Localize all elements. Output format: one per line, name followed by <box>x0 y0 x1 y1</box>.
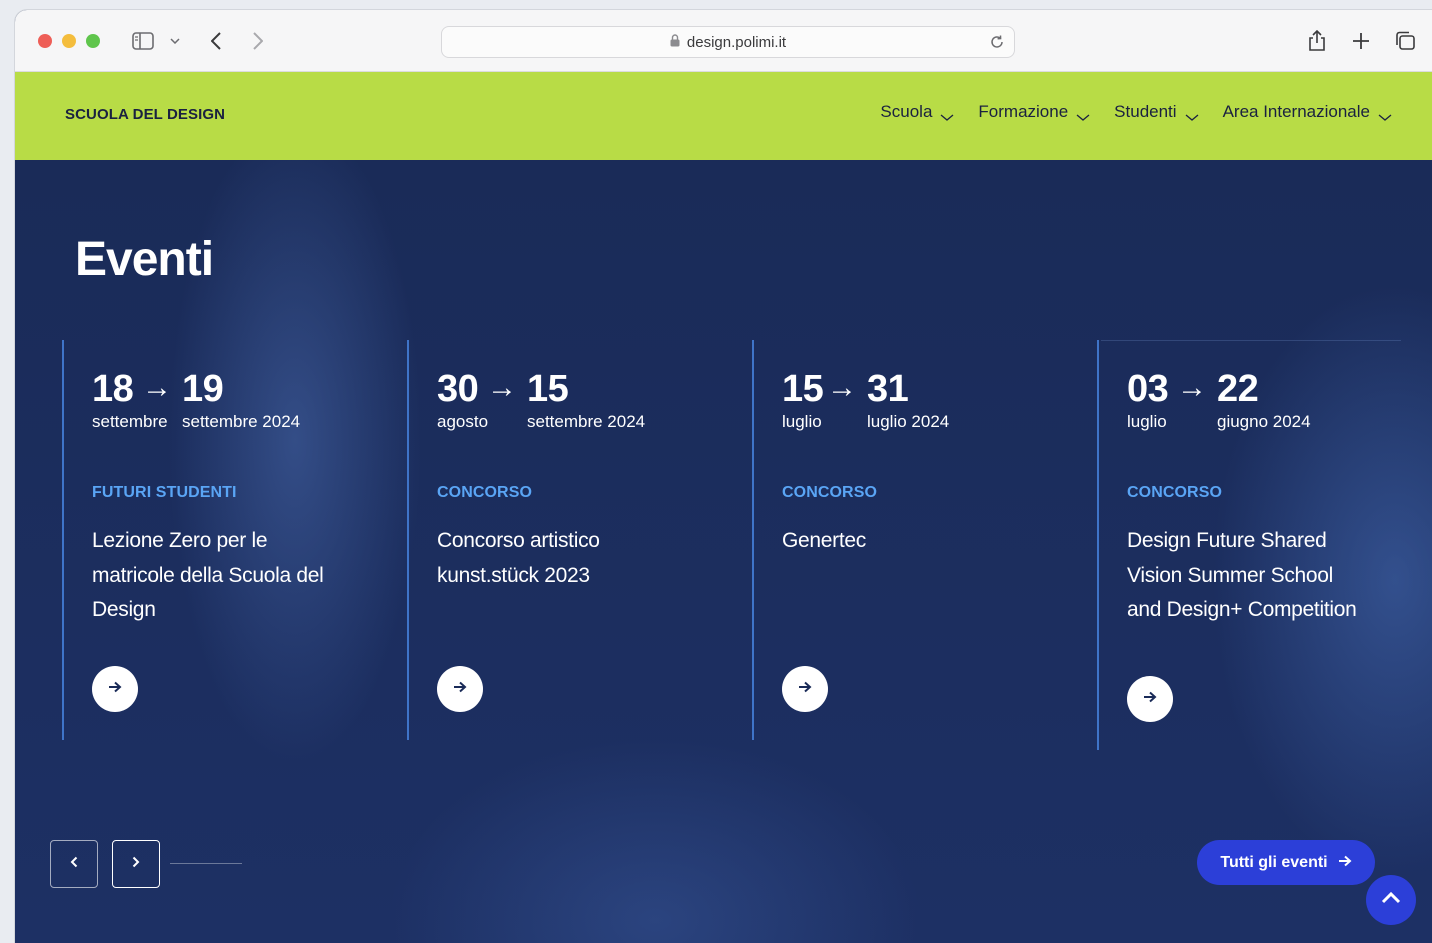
event-category: CONCORSO <box>437 484 533 501</box>
end-month: luglio 2024 <box>867 412 950 431</box>
site-logo[interactable]: SCUOLA DEL DESIGN <box>65 106 225 123</box>
arrow-right-icon <box>453 680 467 698</box>
event-open-button[interactable] <box>92 666 138 712</box>
event-title[interactable]: Lezione Zero per le matricole della Scuo… <box>92 524 332 628</box>
nav-item-area-internazionale[interactable]: Area Internazionale <box>1223 102 1392 122</box>
main-nav: Scuola Formazione Studenti Area Internaz… <box>880 102 1392 122</box>
event-card[interactable]: 30 agosto → 15 settembre 2024 CONCORSO C… <box>407 340 752 740</box>
share-icon[interactable] <box>1305 28 1329 54</box>
event-open-button[interactable] <box>782 666 828 712</box>
tabs-icon[interactable] <box>1393 28 1417 54</box>
start-month: agosto <box>437 412 489 431</box>
end-month: giugno 2024 <box>1217 412 1311 431</box>
arrow-right-icon <box>1338 854 1352 872</box>
event-category: FUTURI STUDENTI <box>92 484 237 501</box>
chevron-down-icon[interactable] <box>167 28 183 54</box>
section-title: Eventi <box>75 233 214 286</box>
chevron-left-icon <box>70 855 78 873</box>
end-month: settembre 2024 <box>527 412 646 431</box>
arrow-right-icon: → <box>827 371 857 404</box>
chevron-down-icon <box>940 107 954 121</box>
reload-icon[interactable] <box>986 31 1008 53</box>
event-category: CONCORSO <box>782 484 878 501</box>
event-date-range: 03 luglio → 22 giugno 2024 <box>1127 368 1311 432</box>
carousel-progress <box>170 863 242 864</box>
end-day: 15 <box>527 368 569 410</box>
carousel-prev-button[interactable] <box>50 840 98 888</box>
event-card[interactable]: 18 settembre → 19 settembre 2024 FUTURI … <box>62 340 407 740</box>
carousel-next-button[interactable] <box>112 840 160 888</box>
event-title[interactable]: Concorso artistico kunst.stück 2023 <box>437 524 637 593</box>
minimize-window-button[interactable] <box>62 34 76 48</box>
nav-item-label: Scuola <box>880 102 933 121</box>
arrow-right-icon: → <box>142 371 172 404</box>
plus-icon[interactable] <box>1349 28 1373 54</box>
close-window-button[interactable] <box>38 34 52 48</box>
nav-item-label: Area Internazionale <box>1222 102 1370 121</box>
start-month: settembre <box>92 412 168 431</box>
arrow-right-icon: → <box>487 371 517 404</box>
forward-icon[interactable] <box>247 28 269 54</box>
address-bar[interactable]: design.polimi.it <box>441 26 1015 58</box>
url-text: design.polimi.it <box>686 33 787 51</box>
arrow-right-icon: → <box>1177 371 1207 404</box>
event-date-range: 30 agosto → 15 settembre 2024 <box>437 368 645 432</box>
chevron-up-icon <box>1381 891 1401 909</box>
event-date-range: 15 luglio → 31 luglio 2024 <box>782 368 949 432</box>
arrow-right-icon <box>108 680 122 698</box>
chevron-down-icon <box>1185 107 1199 121</box>
all-events-label: Tutti gli eventi <box>1220 853 1328 871</box>
nav-item-scuola[interactable]: Scuola <box>880 102 954 122</box>
start-month: luglio <box>1127 412 1167 431</box>
arrow-right-icon <box>1143 690 1157 708</box>
nav-item-label: Studenti <box>1114 102 1177 121</box>
event-title[interactable]: Genertec <box>782 524 1022 559</box>
event-card[interactable]: 03 luglio → 22 giugno 2024 CONCORSO Desi… <box>1097 340 1417 750</box>
site-header: SCUOLA DEL DESIGN Scuola Formazione Stud… <box>15 72 1432 160</box>
chevron-down-icon <box>1076 107 1090 121</box>
event-open-button[interactable] <box>437 666 483 712</box>
chevron-down-icon <box>1378 107 1392 121</box>
back-icon[interactable] <box>205 28 227 54</box>
arrow-right-icon <box>798 680 812 698</box>
chevron-right-icon <box>132 855 140 873</box>
nav-item-label: Formazione <box>978 102 1069 121</box>
lock-icon <box>670 33 680 51</box>
end-day: 22 <box>1217 368 1259 410</box>
scroll-to-top-button[interactable] <box>1366 875 1416 925</box>
start-month: luglio <box>782 412 822 431</box>
end-month: settembre 2024 <box>182 412 301 431</box>
all-events-button[interactable]: Tutti gli eventi <box>1197 840 1375 885</box>
end-day: 31 <box>867 368 909 410</box>
nav-item-studenti[interactable]: Studenti <box>1114 102 1198 122</box>
events-section: Eventi 18 settembre → 19 settembre 2024 … <box>15 160 1432 943</box>
browser-toolbar: design.polimi.it <box>15 10 1432 72</box>
nav-item-formazione[interactable]: Formazione <box>978 102 1090 122</box>
event-card[interactable]: 15 luglio → 31 luglio 2024 CONCORSO Gene… <box>752 340 1097 740</box>
browser-window: design.polimi.it SCUOLA DEL DESIGN Scuol… <box>15 10 1432 943</box>
end-day: 19 <box>182 368 224 410</box>
event-title[interactable]: Design Future Shared Vision Summer Schoo… <box>1127 524 1357 628</box>
event-date-range: 18 settembre → 19 settembre 2024 <box>92 368 300 432</box>
sidebar-icon[interactable] <box>131 28 155 54</box>
event-category: CONCORSO <box>1127 484 1223 501</box>
zoom-window-button[interactable] <box>86 34 100 48</box>
event-open-button[interactable] <box>1127 676 1173 722</box>
